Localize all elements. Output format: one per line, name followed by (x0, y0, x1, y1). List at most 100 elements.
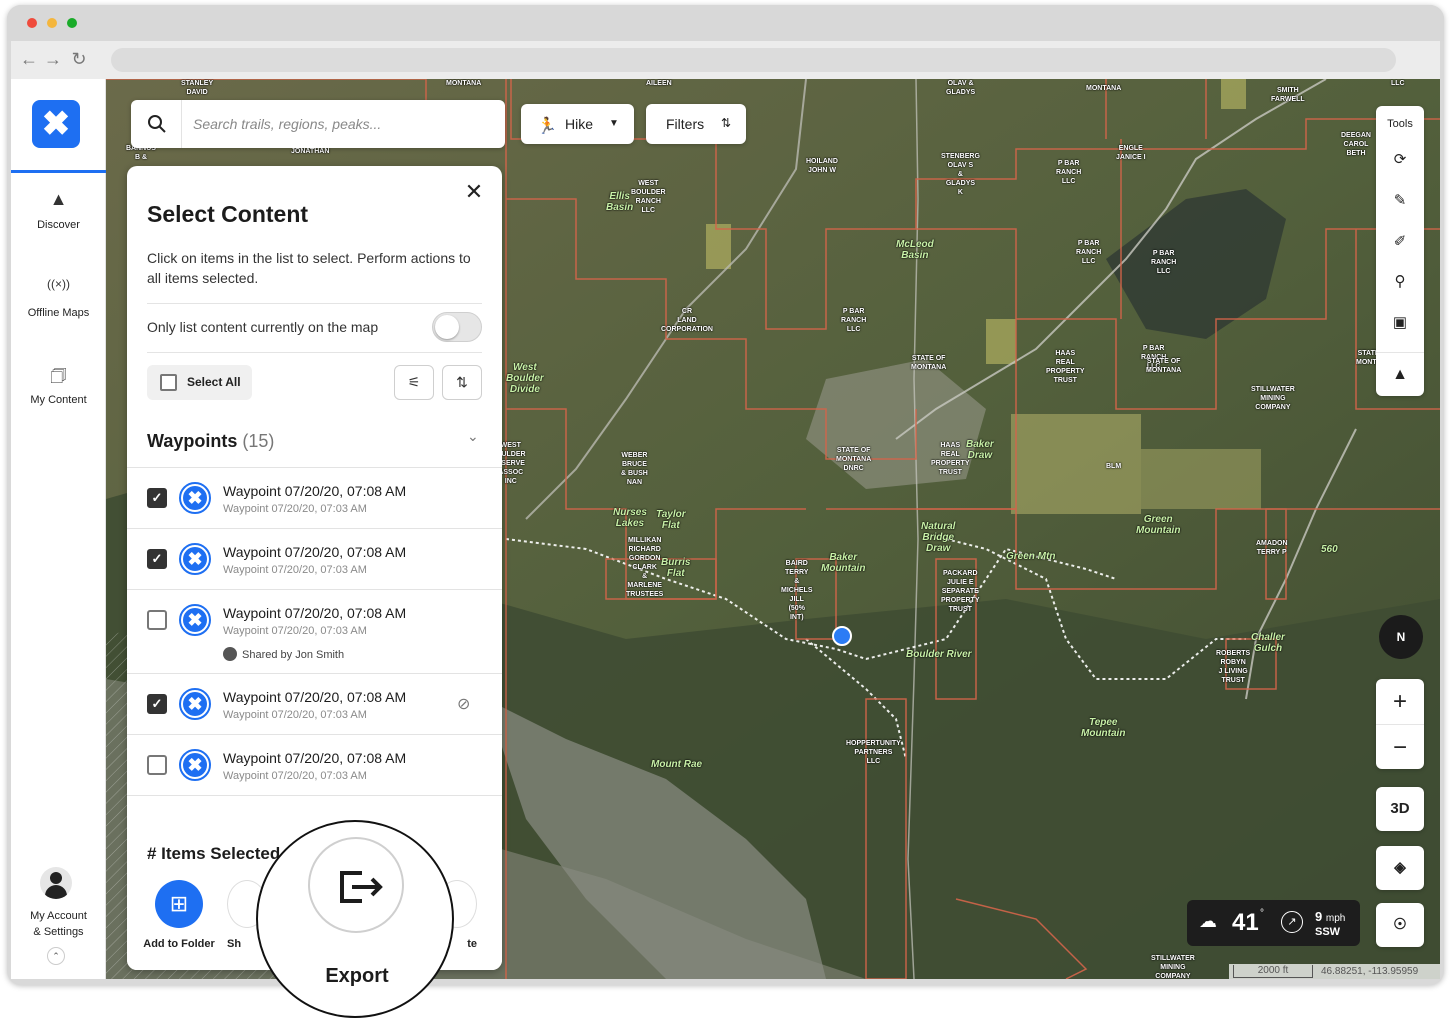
rail-item-label: Discover (37, 219, 80, 231)
waypoint-row[interactable]: ✓ ✖ Waypoint 07/20/20, 07:08 AM Waypoint 07… (127, 673, 502, 734)
tools-label: Tools (1387, 118, 1413, 130)
close-window-button[interactable] (27, 18, 37, 28)
ownership-label[interactable]: SMITH FARWELL (1271, 86, 1305, 104)
wind-direction-icon: ↗ (1281, 911, 1303, 933)
waypoint-row[interactable]: ✖ Waypoint 07/20/20, 07:08 AM Waypoint 07/… (127, 589, 502, 673)
compass-button[interactable]: N (1379, 615, 1423, 659)
ownership-label[interactable]: BLM (1106, 462, 1121, 471)
search-icon[interactable] (145, 112, 169, 136)
only-on-map-label: Only list content currently on the map (147, 319, 379, 335)
row-checkbox[interactable] (147, 610, 167, 630)
ownership-label[interactable]: STILLWATER MINING COMPANY (1251, 385, 1295, 412)
ownership-label[interactable]: DEEGAN CAROL BETH (1341, 131, 1371, 158)
3d-toggle-button[interactable]: 3D (1376, 787, 1424, 831)
forward-arrow-icon[interactable]: → (43, 49, 63, 69)
camera-icon[interactable]: ▣ (1376, 313, 1424, 331)
waypoint-marker-icon: ✖ (179, 482, 211, 514)
ownership-label[interactable]: P BAR RANCH LLC (1056, 159, 1081, 186)
place-name-label: Taylor Flat (656, 509, 686, 531)
activity-dropdown[interactable]: 🏃 Hike ▼ (521, 104, 634, 144)
close-icon[interactable]: ✕ (464, 181, 484, 203)
app-logo[interactable]: ✖ (32, 100, 80, 148)
select-all-checkbox[interactable] (160, 374, 177, 391)
export-button-callout[interactable]: Export (256, 820, 454, 1018)
ownership-label[interactable]: MONTANA (1086, 84, 1121, 93)
chevron-down-icon[interactable]: ⌄ (467, 428, 479, 445)
ownership-label[interactable]: HAAS REAL PROPERTY TRUST (1046, 349, 1085, 385)
rail-item-discover[interactable]: ▲ Discover (11, 189, 106, 231)
panel-description: Click on items in the list to select. Pe… (147, 250, 471, 286)
ownership-label[interactable]: ENGLE JANICE I (1116, 144, 1146, 162)
ownership-label[interactable]: MILLIKAN RICHARD GORDON CLARK & MARLENE … (626, 536, 663, 599)
ownership-label[interactable]: CR LAND CORPORATION (661, 307, 713, 334)
account-label: My Account (30, 910, 87, 922)
reload-icon[interactable]: ↻ (69, 49, 89, 69)
filter-sliders-button[interactable]: ⚟ (394, 365, 434, 400)
ownership-label[interactable]: P BAR RANCH LLC (841, 307, 866, 334)
panel-title: Select Content (147, 201, 309, 227)
map-pin-icon[interactable]: ⚲ (1376, 272, 1424, 290)
ownership-label[interactable]: LLC (1391, 79, 1405, 88)
row-checkbox[interactable]: ✓ (147, 694, 167, 714)
lasso-icon[interactable]: ⟳ (1376, 150, 1424, 168)
row-checkbox[interactable]: ✓ (147, 488, 167, 508)
waypoint-row[interactable]: ✓ ✖ Waypoint 07/20/20, 07:08 AM Waypoint 07… (127, 467, 502, 528)
ownership-label[interactable]: BAIRD TERRY & MICHELS JILL (50% INT) (781, 559, 813, 622)
waypoint-row[interactable]: ✓ ✖ Waypoint 07/20/20, 07:08 AM Waypoint 07… (127, 528, 502, 589)
recenter-button[interactable]: ☉ (1376, 903, 1424, 947)
waypoints-section-header[interactable]: Waypoints (15) (147, 431, 274, 452)
search-bar[interactable] (131, 100, 505, 148)
ownership-label[interactable]: AILEEN (646, 79, 672, 88)
row-checkbox[interactable] (147, 755, 167, 775)
pencil-icon[interactable]: ✎ (1376, 191, 1424, 209)
account-settings-link[interactable]: My Account & Settings (11, 908, 106, 940)
row-checkbox[interactable]: ✓ (147, 549, 167, 569)
ownership-label[interactable]: STANLEY DAVID (181, 79, 213, 97)
layers-button[interactable]: ◈ (1376, 846, 1424, 890)
ownership-label[interactable]: WEST BOULDER RANCH LLC (631, 179, 666, 215)
ownership-label[interactable]: HAAS REAL PROPERTY TRUST (931, 441, 970, 477)
place-name-label: Challer Gulch (1251, 632, 1285, 654)
filters-label: Filters (666, 116, 705, 132)
eye-slash-icon[interactable]: ⊘ (457, 694, 470, 714)
maximize-window-button[interactable] (67, 18, 77, 28)
ownership-label[interactable]: HOPPERTUNITY PARTNERS LLC (846, 739, 901, 766)
weather-widget[interactable]: ☁ 41 ° ↗ 9 mph SSW (1187, 900, 1360, 946)
ownership-label[interactable]: STENBERG OLAV S & GLADYS K (941, 152, 980, 197)
ownership-label[interactable]: STILLWATER MINING COMPANY (1151, 954, 1195, 979)
ownership-label[interactable]: STATE OF MONTANA (1146, 357, 1181, 375)
sort-button[interactable]: ⇅ (442, 365, 482, 400)
rail-item-offline-maps[interactable]: ((×)) Offline Maps (11, 277, 106, 319)
route-pen-icon[interactable]: ✐ (1376, 232, 1424, 250)
terrain-mode-icon[interactable]: ▲ (1376, 352, 1424, 396)
ownership-label[interactable]: JONATHAN (291, 147, 329, 156)
ownership-label[interactable]: STATE OF MONTANA DNRC (836, 446, 871, 473)
ownership-label[interactable]: P BAR RANCH LLC (1151, 249, 1176, 276)
waypoint-marker-icon: ✖ (179, 604, 211, 636)
rail-item-my-content[interactable]: 🗇 My Content (11, 364, 106, 406)
filters-button[interactable]: Filters ⇅ (646, 104, 746, 144)
zoom-in-button[interactable]: + (1376, 679, 1424, 724)
minimize-window-button[interactable] (47, 18, 57, 28)
ownership-label[interactable]: STATE OF MONTANA (911, 354, 946, 372)
ownership-label[interactable]: OLAV & GLADYS (946, 79, 975, 97)
select-all-button[interactable]: Select All (147, 365, 252, 400)
ownership-label[interactable]: MONTANA (446, 79, 481, 88)
ownership-label[interactable]: WEBER BRUCE & BUSH NAN (621, 451, 648, 487)
add-to-folder-button[interactable]: ⊞ Add to Folder (139, 880, 219, 950)
ownership-label[interactable]: ROBERTS ROBYN J LIVING TRUST (1216, 649, 1250, 685)
ownership-label[interactable]: PACKARD JULIE E SEPARATE PROPERTY TRUST (941, 569, 980, 614)
chevron-up-icon[interactable]: ⌃ (47, 947, 65, 965)
account-avatar[interactable] (40, 867, 72, 899)
zoom-out-button[interactable]: − (1376, 724, 1424, 769)
waypoint-title: Waypoint 07/20/20, 07:08 AM (223, 544, 407, 560)
only-on-map-toggle[interactable] (432, 312, 482, 342)
address-bar[interactable] (111, 48, 1396, 72)
ownership-label[interactable]: P BAR RANCH LLC (1076, 239, 1101, 266)
ownership-label[interactable]: HOILAND JOHN W (806, 157, 838, 175)
sliders-icon: ⚟ (407, 374, 421, 390)
waypoint-row[interactable]: ✖ Waypoint 07/20/20, 07:08 AM Waypoint 07/… (127, 734, 502, 795)
ownership-label[interactable]: AMADON TERRY P (1256, 539, 1288, 557)
search-input[interactable] (193, 112, 493, 136)
back-arrow-icon[interactable]: ← (19, 49, 39, 69)
